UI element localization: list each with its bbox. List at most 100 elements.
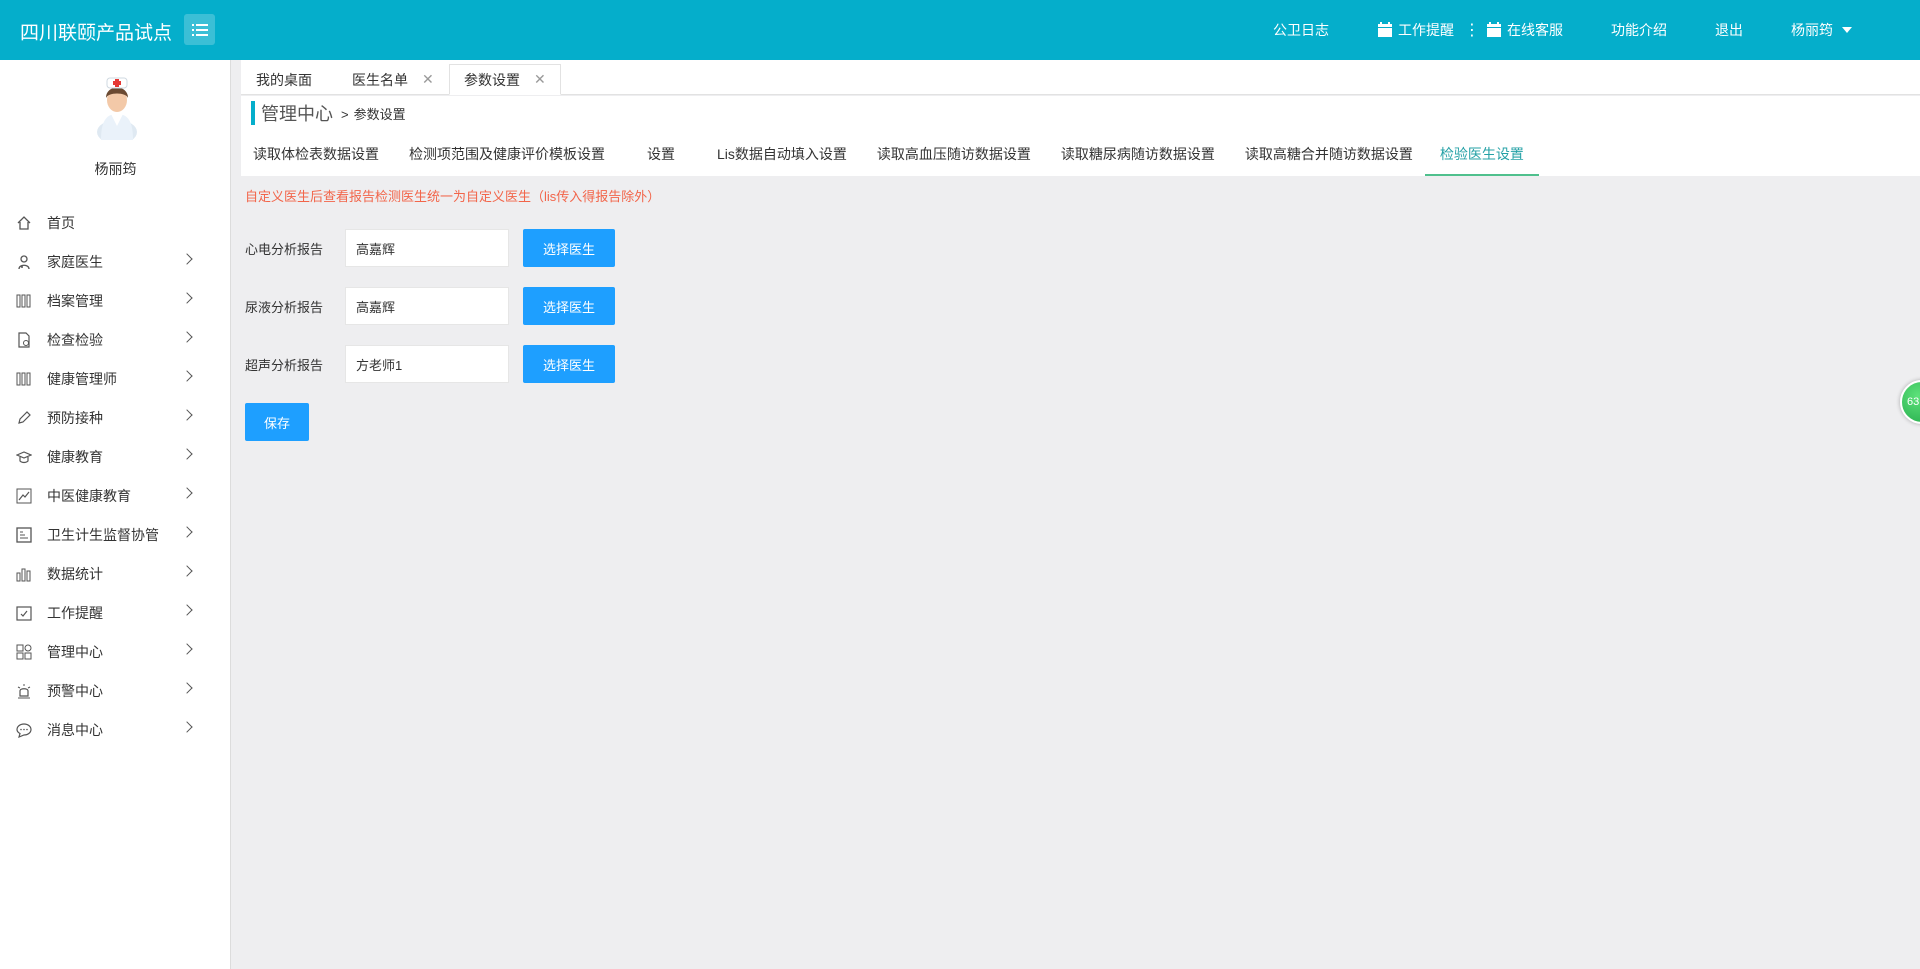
sidebar-item-exam[interactable]: 检查检验 — [0, 320, 231, 359]
subtab-combined-followup[interactable]: 读取高糖合并随访数据设置 — [1233, 136, 1425, 176]
tab-label: 我的桌面 — [256, 71, 312, 88]
tab-label: 参数设置 — [464, 71, 520, 88]
chevron-right-icon — [181, 370, 193, 382]
sidebar-item-health-education[interactable]: 健康教育 — [0, 437, 231, 476]
subtab-lab-doctor[interactable]: 检验医生设置 — [1424, 136, 1539, 176]
close-icon[interactable]: ✕ — [422, 71, 434, 88]
topnav-label: 公卫日志 — [1273, 22, 1329, 38]
main-content: 管理中心 > 参数设置 读取体检表数据设置 检测项范围及健康评价模板设置 设置 … — [231, 96, 1920, 969]
avatar — [97, 77, 137, 140]
sidebar-item-work-reminder[interactable]: 工作提醒 — [0, 593, 231, 632]
urine-doctor-field[interactable]: 高嘉辉 — [345, 287, 509, 325]
sidebar-item-supervision[interactable]: 卫生计生监督协管 — [0, 515, 231, 554]
chart-line-icon — [15, 487, 33, 505]
sidebar-item-statistics[interactable]: 数据统计 — [0, 554, 231, 593]
top-nav: 公卫日志 工作提醒 ⋮ 在线客服 功能介绍 退出 杨丽筠 — [1249, 0, 1920, 60]
tab-param-settings[interactable]: 参数设置 ✕ — [449, 64, 561, 95]
calendar-icon — [1487, 22, 1501, 37]
topnav-label: 工作提醒 — [1398, 22, 1454, 38]
breadcrumb-separator: > — [341, 107, 349, 122]
topnav-label: 退出 — [1715, 22, 1743, 38]
subtab-hypertension-followup[interactable]: 读取高血压随访数据设置 — [865, 136, 1043, 176]
menu-toggle-button[interactable] — [184, 14, 215, 45]
sidebar-item-label: 数据统计 — [47, 565, 103, 582]
chevron-right-icon — [181, 487, 193, 499]
sidebar-item-management-center[interactable]: 管理中心 — [0, 632, 231, 671]
chevron-right-icon — [181, 331, 193, 343]
chevron-right-icon — [181, 643, 193, 655]
topnav-logout[interactable]: 退出 — [1691, 0, 1767, 60]
chevron-right-icon — [181, 721, 193, 733]
chevron-right-icon — [181, 604, 193, 616]
close-icon[interactable]: ✕ — [534, 71, 546, 88]
chevron-right-icon — [181, 565, 193, 577]
subtab-settings[interactable]: 设置 — [617, 136, 705, 176]
user-menu-label: 杨丽筠 — [1791, 22, 1833, 38]
breadcrumb-sub: 参数设置 — [353, 107, 406, 122]
subtab-test-range-template[interactable]: 检测项范围及健康评价模板设置 — [397, 136, 617, 176]
subtab-lis-autofill[interactable]: Lis数据自动填入设置 — [705, 136, 859, 176]
sidebar: 杨丽筠 首页 家庭医生 档案管理 检查检验 健康管理师 预防接种 健康教育 中医… — [0, 60, 231, 969]
settings-subtabs: 读取体检表数据设置 检测项范围及健康评价模板设置 设置 Lis数据自动填入设置 … — [241, 136, 1539, 176]
pen-icon — [15, 409, 33, 427]
subtab-diabetes-followup[interactable]: 读取糖尿病随访数据设置 — [1049, 136, 1227, 176]
top-bar: 四川联颐产品试点 公卫日志 工作提醒 ⋮ 在线客服 功能介绍 退出 杨丽筠 — [0, 0, 1920, 60]
sidebar-item-label: 管理中心 — [47, 643, 103, 660]
topnav-work-reminder[interactable]: 工作提醒 — [1353, 0, 1478, 60]
content-header: 管理中心 > 参数设置 读取体检表数据设置 检测项范围及健康评价模板设置 设置 … — [241, 96, 1920, 176]
ultrasound-doctor-field[interactable]: 方老师1 — [345, 345, 509, 383]
sidebar-item-health-manager[interactable]: 健康管理师 — [0, 359, 231, 398]
form-row-urine: 尿液分析报告 高嘉辉 选择医生 — [245, 287, 615, 325]
select-doctor-button[interactable]: 选择医生 — [523, 345, 615, 383]
sidebar-item-tcm-education[interactable]: 中医健康教育 — [0, 476, 231, 515]
breadcrumb: 管理中心 > 参数设置 — [251, 101, 406, 125]
alarm-icon — [15, 682, 33, 700]
sidebar-item-label: 家庭医生 — [47, 253, 103, 270]
archive-icon — [15, 370, 33, 388]
sidebar-nav: 首页 家庭医生 档案管理 检查检验 健康管理师 预防接种 健康教育 中医健康教育… — [0, 203, 231, 749]
chevron-right-icon — [181, 682, 193, 694]
chevron-right-icon — [181, 292, 193, 304]
form-label: 尿液分析报告 — [245, 299, 324, 315]
sidebar-item-label: 首页 — [47, 214, 75, 231]
form-row-ultrasound: 超声分析报告 方老师1 选择医生 — [245, 345, 615, 383]
sidebar-item-label: 健康管理师 — [47, 370, 117, 387]
bar-chart-icon — [15, 565, 33, 583]
doctor-icon — [15, 253, 33, 271]
topnav-online-service[interactable]: 在线客服 — [1462, 0, 1587, 60]
exam-icon — [15, 331, 33, 349]
topnav-feature-intro[interactable]: 功能介绍 — [1587, 0, 1691, 60]
select-doctor-button[interactable]: 选择医生 — [523, 287, 615, 325]
form-row-ecg: 心电分析报告 高嘉辉 选择医生 — [245, 229, 615, 267]
sidebar-item-label: 预防接种 — [47, 409, 103, 426]
sidebar-item-label: 中医健康教育 — [47, 487, 131, 504]
tab-my-desktop[interactable]: 我的桌面 — [242, 64, 326, 95]
save-button[interactable]: 保存 — [245, 403, 309, 441]
sidebar-item-vaccination[interactable]: 预防接种 — [0, 398, 231, 437]
sidebar-item-label: 卫生计生监督协管 — [47, 526, 159, 543]
menu-icon — [191, 23, 208, 36]
subtab-exam-data[interactable]: 读取体检表数据设置 — [241, 136, 391, 176]
chevron-right-icon — [181, 253, 193, 265]
tab-doctor-list[interactable]: 医生名单 ✕ — [338, 64, 448, 95]
sidebar-item-home[interactable]: 首页 — [0, 203, 231, 242]
app-title: 四川联颐产品试点 — [20, 23, 173, 44]
breadcrumb-main: 管理中心 — [261, 104, 333, 124]
board-icon — [15, 526, 33, 544]
user-menu[interactable]: 杨丽筠 — [1767, 0, 1920, 60]
ecg-doctor-field[interactable]: 高嘉辉 — [345, 229, 509, 267]
topnav-gongwei-log[interactable]: 公卫日志 — [1249, 0, 1353, 60]
sidebar-item-label: 健康教育 — [47, 448, 103, 465]
sidebar-item-label: 档案管理 — [47, 292, 103, 309]
home-icon — [15, 214, 33, 232]
topnav-label: 功能介绍 — [1611, 22, 1667, 38]
sidebar-item-alert-center[interactable]: 预警中心 — [0, 671, 231, 710]
sidebar-item-family-doctor[interactable]: 家庭医生 — [0, 242, 231, 281]
sidebar-item-label: 消息中心 — [47, 721, 103, 738]
sidebar-item-archive[interactable]: 档案管理 — [0, 281, 231, 320]
caret-down-icon — [1842, 27, 1852, 33]
chevron-right-icon — [181, 448, 193, 460]
calendar-icon — [1378, 22, 1392, 37]
sidebar-item-message-center[interactable]: 消息中心 — [0, 710, 231, 749]
select-doctor-button[interactable]: 选择医生 — [523, 229, 615, 267]
